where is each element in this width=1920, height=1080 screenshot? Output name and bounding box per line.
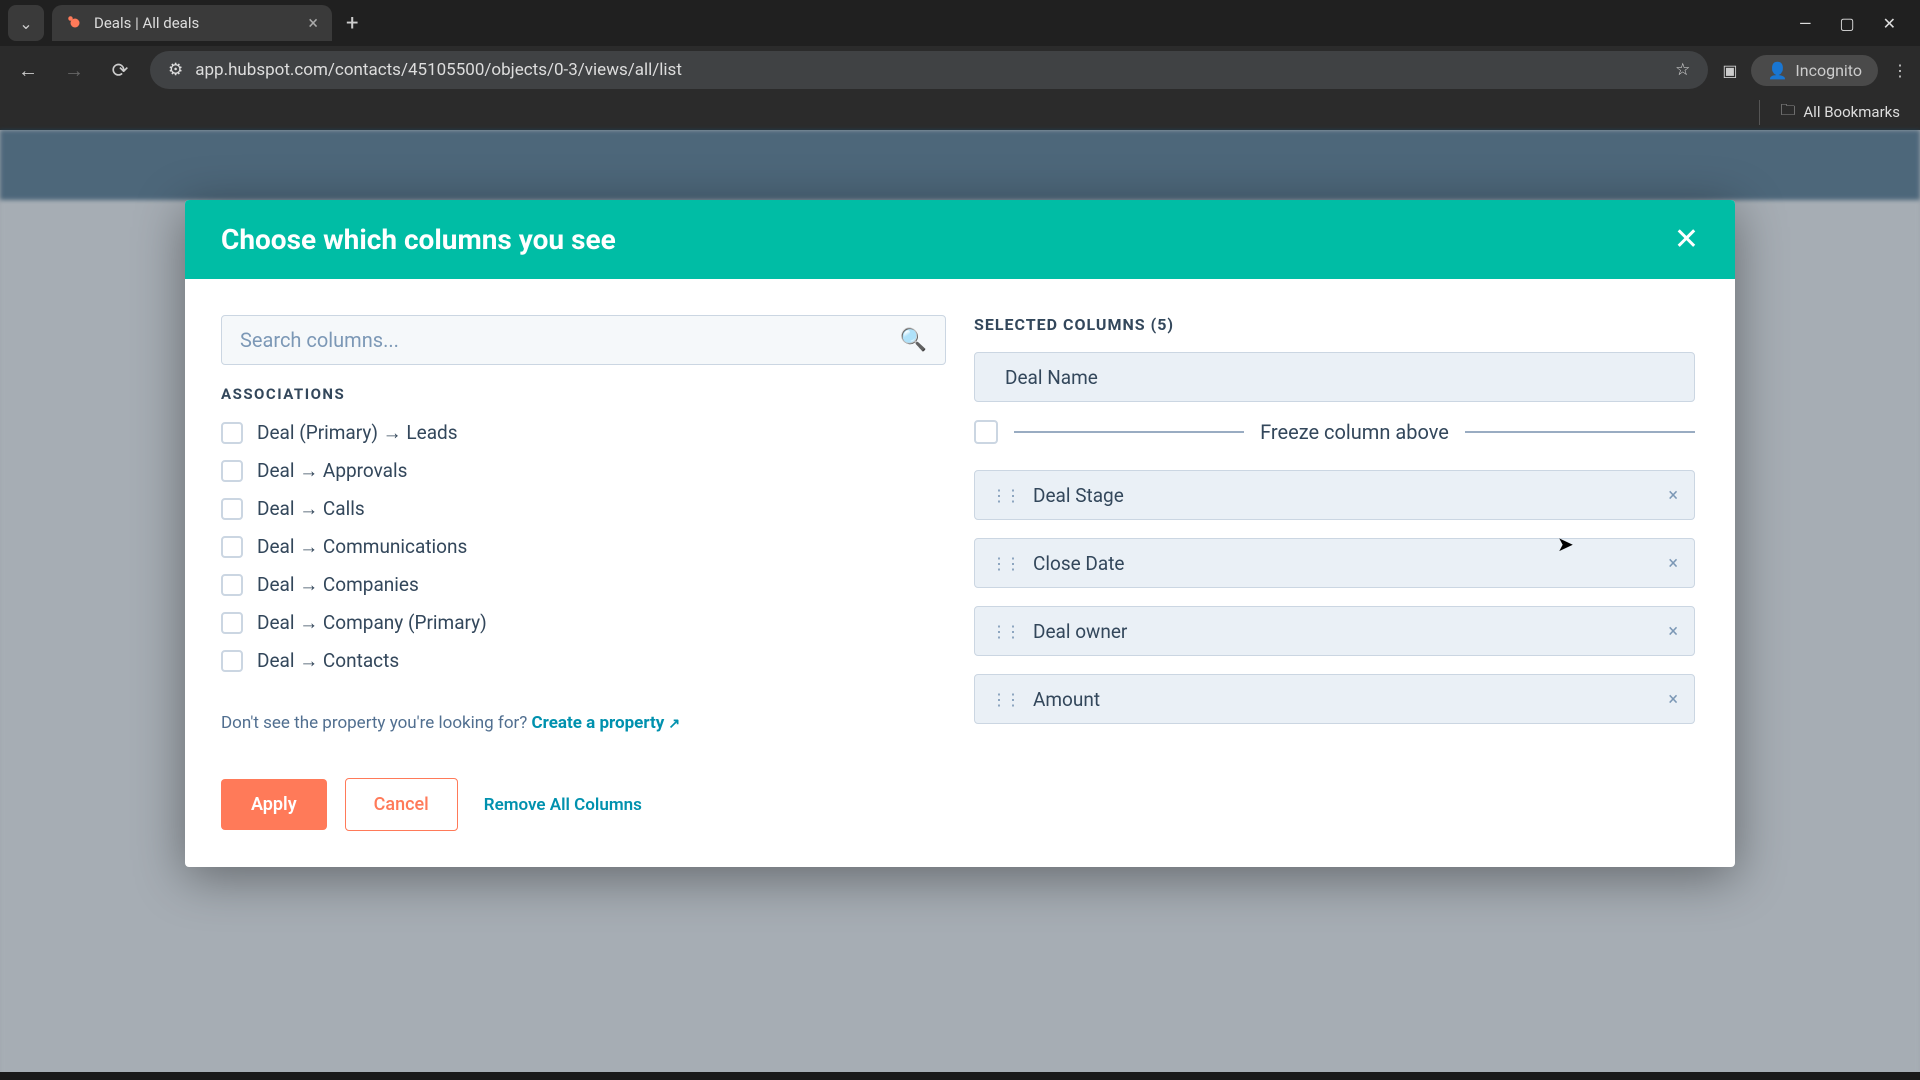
freeze-column-row: Freeze column above	[974, 420, 1695, 444]
checkbox[interactable]	[221, 650, 243, 672]
bookmarks-bar: 🗀 All Bookmarks	[0, 94, 1920, 130]
taskbar	[0, 1072, 1920, 1080]
drag-handle-icon[interactable]: ⋮⋮	[991, 554, 1019, 573]
divider-line	[1465, 431, 1695, 433]
side-panel-icon[interactable]: ▣	[1722, 61, 1737, 80]
remove-all-columns-button[interactable]: Remove All Columns	[484, 795, 642, 815]
modal-body: 🔍 ASSOCIATIONS Deal (Primary) → Leads De…	[185, 279, 1735, 778]
remove-column-button[interactable]: ×	[1668, 553, 1678, 574]
association-checkbox-row[interactable]: Deal → Company (Primary)	[221, 611, 946, 635]
close-window-button[interactable]: ✕	[1883, 14, 1896, 33]
checkbox-label: Deal → Companies	[257, 573, 419, 597]
search-icon[interactable]: 🔍	[900, 328, 927, 353]
checkbox[interactable]	[221, 460, 243, 482]
minimize-button[interactable]: —	[1799, 14, 1812, 33]
hubspot-favicon-icon	[66, 14, 84, 32]
association-checkbox-row[interactable]: Deal (Primary) → Leads	[221, 421, 946, 445]
divider-line	[1014, 431, 1244, 433]
checkbox-label: Deal → Company (Primary)	[257, 611, 487, 635]
selected-column-label: Close Date	[1033, 552, 1654, 575]
remove-column-button[interactable]: ×	[1668, 485, 1678, 506]
checkbox-label: Deal → Communications	[257, 535, 467, 559]
checkbox-label: Deal → Contacts	[257, 649, 399, 673]
incognito-icon: 👤	[1767, 61, 1787, 80]
checkbox-label: Deal (Primary) → Leads	[257, 421, 458, 445]
selected-column-label: Deal owner	[1033, 620, 1654, 643]
folder-icon: 🗀	[1780, 100, 1795, 125]
edit-columns-modal: Choose which columns you see ✕ 🔍 ASSOCIA…	[185, 200, 1735, 867]
forward-button[interactable]: →	[58, 58, 90, 83]
selected-column-item[interactable]: ⋮⋮ Deal owner ×	[974, 606, 1695, 656]
selected-column-label: Deal Stage	[1033, 484, 1654, 507]
selected-column-item[interactable]: ⋮⋮ Amount ×	[974, 674, 1695, 724]
drag-handle-icon[interactable]: ⋮⋮	[991, 690, 1019, 709]
create-property-row: Don't see the property you're looking fo…	[221, 713, 946, 733]
modal-footer: Apply Cancel Remove All Columns	[185, 778, 1735, 867]
checkbox[interactable]	[221, 536, 243, 558]
incognito-label: Incognito	[1795, 61, 1862, 80]
window-controls: — ▢ ✕	[1799, 14, 1912, 33]
selected-column-item[interactable]: ⋮⋮ Deal Stage ×	[974, 470, 1695, 520]
menu-button[interactable]: ⋮	[1892, 61, 1908, 80]
url-bar-row: ← → ⟳ ⚙ app.hubspot.com/contacts/4510550…	[0, 46, 1920, 94]
bookmark-star-icon[interactable]: ☆	[1675, 60, 1690, 80]
remove-column-button[interactable]: ×	[1668, 689, 1678, 710]
chevron-down-icon: ⌄	[19, 14, 32, 33]
association-checkbox-row[interactable]: Deal → Calls	[221, 497, 946, 521]
checkbox[interactable]	[221, 612, 243, 634]
selected-columns-panel: SELECTED COLUMNS (5) Deal Name Freeze co…	[974, 315, 1699, 742]
tab-bar: ⌄ Deals | All deals × + — ▢ ✕	[0, 0, 1920, 46]
selected-column-item[interactable]: ⋮⋮ Close Date ×	[974, 538, 1695, 588]
selected-column-label: Amount	[1033, 688, 1654, 711]
search-columns-input[interactable]	[240, 328, 900, 352]
back-button[interactable]: ←	[12, 58, 44, 83]
checkbox[interactable]	[221, 498, 243, 520]
modal-title: Choose which columns you see	[221, 223, 616, 256]
create-property-link[interactable]: Create a property↗	[532, 713, 681, 733]
selected-column-label: Deal Name	[1005, 366, 1678, 389]
available-columns-panel: 🔍 ASSOCIATIONS Deal (Primary) → Leads De…	[221, 315, 946, 742]
site-info-icon[interactable]: ⚙	[168, 60, 183, 80]
browser-chrome: ⌄ Deals | All deals × + — ▢ ✕ ← → ⟳ ⚙ ap…	[0, 0, 1920, 130]
association-checkbox-row[interactable]: Deal → Contacts	[221, 649, 946, 673]
checkbox[interactable]	[221, 422, 243, 444]
selected-columns-title: SELECTED COLUMNS (5)	[974, 315, 1699, 334]
new-tab-button[interactable]: +	[346, 11, 358, 36]
maximize-button[interactable]: ▢	[1839, 14, 1854, 33]
close-tab-icon[interactable]: ×	[308, 13, 318, 34]
all-bookmarks-button[interactable]: 🗀 All Bookmarks	[1759, 100, 1900, 125]
associations-section-label: ASSOCIATIONS	[221, 385, 946, 403]
association-checkbox-row[interactable]: Deal → Communications	[221, 535, 946, 559]
close-modal-button[interactable]: ✕	[1674, 222, 1699, 257]
browser-tab[interactable]: Deals | All deals ×	[52, 5, 332, 41]
checkbox-label: Deal → Calls	[257, 497, 365, 521]
close-icon: ✕	[1674, 222, 1699, 257]
drag-handle-icon[interactable]: ⋮⋮	[991, 486, 1019, 505]
selected-columns-list[interactable]: Deal Name Freeze column above ⋮⋮ Deal St…	[974, 352, 1699, 742]
reload-button[interactable]: ⟳	[104, 58, 136, 82]
cancel-button[interactable]: Cancel	[345, 778, 458, 831]
remove-column-button[interactable]: ×	[1668, 621, 1678, 642]
apply-button[interactable]: Apply	[221, 779, 327, 830]
selected-column-item: Deal Name	[974, 352, 1695, 402]
address-bar[interactable]: ⚙ app.hubspot.com/contacts/45105500/obje…	[150, 51, 1708, 89]
external-link-icon: ↗	[668, 716, 680, 732]
available-columns-list[interactable]: ASSOCIATIONS Deal (Primary) → Leads Deal…	[221, 385, 946, 705]
association-checkbox-row[interactable]: Deal → Approvals	[221, 459, 946, 483]
freeze-label: Freeze column above	[1260, 420, 1449, 444]
modal-header: Choose which columns you see ✕	[185, 200, 1735, 279]
tab-search-button[interactable]: ⌄	[8, 5, 44, 41]
search-wrapper: 🔍	[221, 315, 946, 365]
checkbox[interactable]	[221, 574, 243, 596]
tab-title: Deals | All deals	[94, 14, 199, 32]
freeze-checkbox[interactable]	[974, 420, 998, 444]
incognito-badge[interactable]: 👤 Incognito	[1751, 55, 1878, 86]
url-text: app.hubspot.com/contacts/45105500/object…	[195, 60, 1663, 80]
drag-handle-icon[interactable]: ⋮⋮	[991, 622, 1019, 641]
association-checkbox-row[interactable]: Deal → Companies	[221, 573, 946, 597]
checkbox-label: Deal → Approvals	[257, 459, 407, 483]
